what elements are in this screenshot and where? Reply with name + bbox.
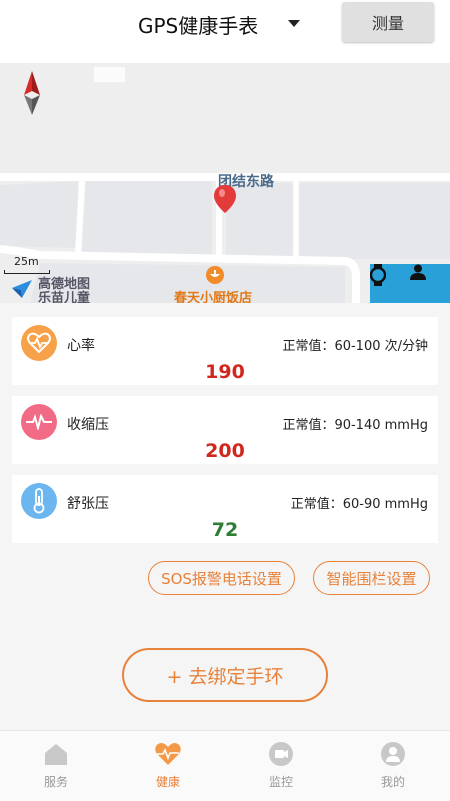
metric-label: 舒张压 [67,496,109,512]
watch-icon [370,264,386,286]
camera-icon [269,742,293,766]
nav-label: 服务 [43,775,68,789]
amap-logo-text: 高德地图 [38,277,91,292]
normal-range: 正常值：60-90 mmHg [290,497,428,512]
person-tool-button[interactable] [410,264,450,303]
device-title[interactable]: GPS健康手表 [138,10,258,39]
heart-rate-card[interactable]: 心率 正常值：60-100 次/分钟 190 [12,317,438,385]
thermometer-icon [21,483,57,519]
watch-tool-button[interactable] [370,264,410,303]
bottom-nav: 服务 健康 监控 我的 [0,730,450,801]
nav-item-mine[interactable]: 我的 [337,731,449,801]
person-icon [410,264,426,280]
compass-icon[interactable] [20,71,44,119]
sos-settings-button[interactable]: SOS报警电话设置 [148,561,295,595]
metric-label: 心率 [67,338,95,354]
chevron-down-icon[interactable] [288,20,300,27]
normal-range: 正常值：90-140 mmHg [282,418,428,433]
poi-label[interactable]: 春天小厨饭店 [174,287,252,303]
map-tools-panel [370,264,450,303]
amap-logo-icon [12,280,32,298]
systolic-card[interactable]: 收缩压 正常值：90-140 mmHg 200 [12,396,438,464]
nav-label: 监控 [268,775,293,789]
diastolic-card[interactable]: 舒张压 正常值：60-90 mmHg 72 [12,475,438,543]
map-scale-label: 25m [14,255,39,268]
nav-label: 健康 [155,775,180,789]
normal-range: 正常值：60-100 次/分钟 [282,339,428,354]
amap-logo-subtext: 乐苗儿童 [38,291,91,304]
location-pin-icon[interactable] [214,185,236,215]
pulse-icon [21,404,57,440]
nav-label: 我的 [380,775,405,789]
metric-value: 200 [205,440,245,462]
home-icon [45,744,67,765]
restaurant-icon[interactable] [206,266,224,284]
map-scale-bar [4,270,50,274]
metric-value: 190 [205,361,245,383]
nav-item-health[interactable]: 健康 [112,731,224,801]
user-icon [381,742,405,766]
metric-label: 收缩压 [67,417,109,433]
metric-value: 72 [211,519,239,541]
fence-settings-button[interactable]: 智能围栏设置 [313,561,430,595]
amap-logo: 高德地图 乐苗儿童 [38,277,91,304]
nav-item-monitor[interactable]: 监控 [225,731,337,801]
heart-icon [155,743,181,765]
app-header: GPS健康手表 测量 [0,0,450,63]
map-view[interactable]: 团结东路 春天小厨饭店 25m 高德地图 乐苗儿童 [0,63,450,303]
measure-button[interactable]: 测量 [342,2,434,42]
nav-item-service[interactable]: 服务 [0,731,112,801]
heart-rate-icon [21,325,57,361]
bind-bracelet-button[interactable]: + 去绑定手环 [122,648,328,702]
